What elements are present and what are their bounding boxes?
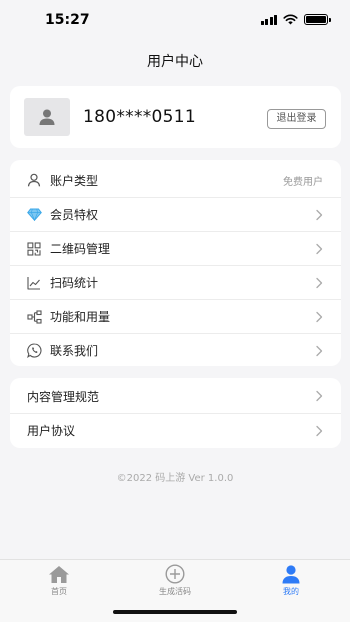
profile-card: 180****0511 退出登录 [10,86,341,148]
home-indicator [113,610,237,614]
status-icons [260,14,331,25]
phone-number: 180****0511 [83,107,197,127]
chevron-right-icon [316,209,323,220]
home-icon [48,564,70,584]
menu-item-contact-us[interactable]: 联系我们 [10,333,341,367]
menu-item-user-agreement[interactable]: 用户协议 [10,413,341,447]
menu-item-label: 扫码统计 [50,276,99,290]
tab-label: 我的 [283,587,299,596]
menu-item-label: 会员特权 [50,208,99,222]
chevron-right-icon [316,311,323,322]
chevron-right-icon [316,390,323,402]
menu-item-label: 账户类型 [50,173,99,188]
legal-card: 内容管理规范 用户协议 [10,378,341,448]
menu-item-account-type[interactable]: 账户类型 免费用户 [10,163,341,197]
account-type-value: 免费用户 [283,176,323,188]
battery-icon [304,14,331,25]
chevron-right-icon [316,277,323,288]
chevron-right-icon [316,243,323,254]
logout-button[interactable]: 退出登录 [267,109,326,129]
menu-item-qrcode-management[interactable]: 二维码管理 [10,231,341,265]
status-bar: 15:27 [0,0,350,40]
tab-home[interactable]: 首页 [19,564,99,598]
tab-label: 首页 [51,587,67,596]
tab-generate-code[interactable]: 生成活码 [135,564,215,598]
diamond-icon [26,207,42,223]
menu-card: 账户类型 免费用户 会员特权 二维码管理 扫码统计 功能和用量 联系我们 [10,160,341,366]
page-title: 用户中心 [147,54,203,70]
tab-label: 生成活码 [159,587,191,596]
status-time: 15:27 [45,12,90,28]
tab-mine[interactable]: 我的 [251,564,331,598]
menu-item-label: 联系我们 [50,344,99,358]
wifi-icon [283,14,298,25]
line-chart-icon [26,275,42,291]
user-icon [39,109,55,125]
user-icon [280,564,302,584]
user-icon [26,172,42,188]
menu-item-label: 功能和用量 [50,310,111,324]
avatar [24,98,70,136]
menu-item-scan-statistics[interactable]: 扫码统计 [10,265,341,299]
plus-circle-icon [164,564,186,584]
signal-icon [260,14,277,25]
menu-item-label: 二维码管理 [50,242,111,256]
qrcode-icon [26,241,42,257]
copyright-text: ©2022 码上游 Ver 1.0.0 [116,473,234,484]
menu-item-member-privileges[interactable]: 会员特权 [10,197,341,231]
chevron-right-icon [316,345,323,356]
phone-chat-icon [26,343,42,359]
menu-item-label: 内容管理规范 [27,389,100,404]
nodes-icon [26,309,42,325]
menu-item-features-usage[interactable]: 功能和用量 [10,299,341,333]
menu-item-label: 用户协议 [27,424,76,438]
chevron-right-icon [316,425,323,436]
menu-item-content-guidelines[interactable]: 内容管理规范 [10,379,341,413]
